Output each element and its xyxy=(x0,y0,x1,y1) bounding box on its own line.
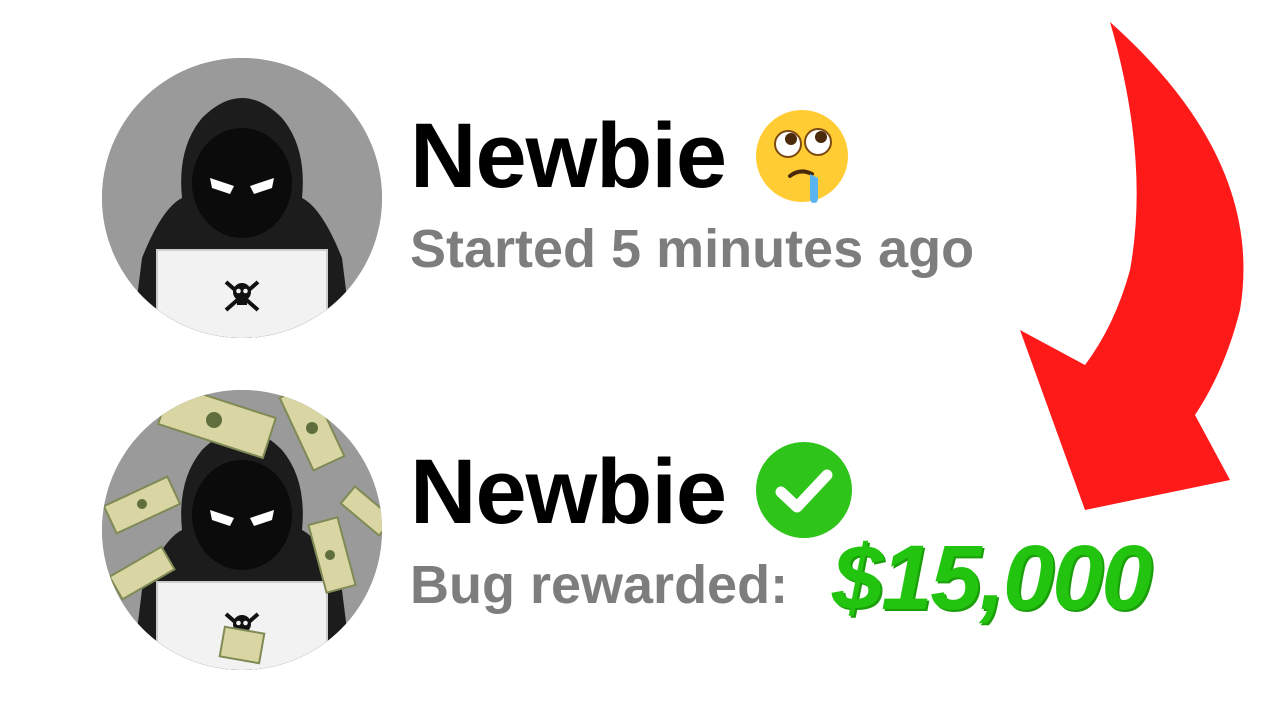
username: Newbie xyxy=(410,441,727,543)
reward-label: Bug rewarded: xyxy=(410,555,789,615)
hacker-avatar xyxy=(102,58,382,338)
hacker-with-money-avatar xyxy=(102,390,382,670)
red-curved-arrow-icon xyxy=(1020,22,1244,510)
username: Newbie xyxy=(410,105,727,207)
hooded-hacker-with-cash-icon xyxy=(102,390,382,670)
verified-check-icon xyxy=(756,442,852,538)
reward-amount: $15,000 xyxy=(832,527,1153,629)
hooded-hacker-icon xyxy=(102,58,382,338)
status-text: Started 5 minutes ago xyxy=(410,219,975,279)
drooling-rolling-eyes-emoji-icon xyxy=(756,110,848,203)
